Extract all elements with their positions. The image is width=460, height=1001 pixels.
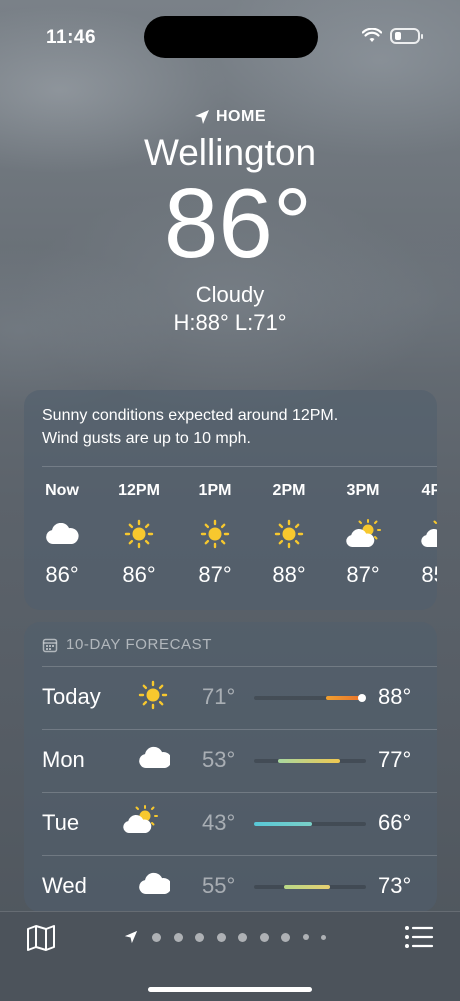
current-weather: HOME Wellington 86° Cloudy H:88° L:71° — [0, 108, 460, 336]
hour-temp: 88° — [272, 562, 306, 587]
page-dot — [238, 932, 247, 942]
location-label: HOME — [216, 108, 266, 125]
high-temp: 88° — [378, 684, 412, 709]
forecast-summary: Sunny conditions expected around 12PM. W… — [42, 404, 422, 450]
sun-icon — [101, 516, 177, 552]
list-icon — [405, 926, 434, 948]
ten-day-header: 10-DAY FORECAST — [42, 636, 212, 653]
low-temp: 53° — [202, 747, 236, 772]
home-indicator[interactable] — [148, 987, 312, 992]
temp-range-fill — [278, 759, 340, 763]
hour-label: 12PM — [118, 482, 160, 499]
day-name: Mon — [42, 747, 85, 772]
hour-item: Now 86° — [24, 482, 100, 588]
summary-line: Wind gusts are up to 10 mph. — [42, 430, 251, 447]
partly-sunny-icon — [400, 516, 437, 552]
high-temp: 73° — [378, 873, 412, 898]
sun-icon — [251, 516, 327, 552]
forecast-day-row[interactable]: Tue 43° 66° — [42, 792, 437, 855]
battery-icon — [390, 28, 423, 44]
forecast-day-row[interactable]: Today 71° 88° — [42, 666, 437, 729]
hour-label: 2PM — [272, 482, 306, 499]
page-dot — [302, 934, 309, 940]
hour-item: 3PM 87° — [325, 482, 401, 588]
condition-text: Cloudy — [195, 282, 265, 307]
day-name: Wed — [42, 873, 87, 898]
partly-sunny-icon — [325, 516, 401, 552]
day-name: Tue — [42, 810, 80, 835]
day-name: Today — [42, 684, 101, 709]
map-button[interactable] — [26, 924, 56, 957]
current-temp-dot — [358, 694, 366, 702]
hour-temp: 85° — [421, 562, 437, 587]
divider — [42, 466, 437, 467]
forecast-day-row[interactable]: Mon 53° 77° — [42, 729, 437, 792]
page-dot — [259, 932, 269, 942]
ten-day-forecast-card[interactable]: 10-DAY FORECAST Today 71° 88° Mon 53° 77… — [24, 622, 437, 912]
forecast-day-row[interactable]: Wed 55° 73° — [42, 855, 437, 912]
high-temp: 77° — [378, 747, 412, 772]
partly-sunny-icon — [122, 805, 158, 840]
map-icon — [27, 925, 55, 951]
cloud-icon — [24, 516, 100, 552]
locations-list-button[interactable] — [404, 924, 434, 955]
summary-line: Sunny conditions expected around 12PM. — [42, 407, 339, 424]
location-label-row: HOME — [0, 108, 460, 126]
temp-range-fill — [284, 885, 330, 889]
hour-item: 2PM 88° — [251, 482, 327, 588]
hour-item: 1PM 87° — [177, 482, 253, 588]
page-dot — [216, 932, 226, 942]
status-bar: 11:46 — [0, 0, 460, 80]
cloud-icon — [138, 743, 172, 778]
page-dot — [321, 934, 326, 940]
hour-item: 12PM 86° — [101, 482, 177, 588]
hour-temp: 87° — [198, 562, 232, 587]
page-dot — [173, 932, 183, 942]
high-low-text: H:88° L:71° — [173, 310, 287, 335]
low-temp: 55° — [202, 873, 236, 898]
temp-range-bar — [254, 759, 366, 763]
location-arrow-icon — [195, 110, 209, 124]
hour-label: 4PM — [421, 482, 437, 499]
ten-day-title: 10-DAY FORECAST — [66, 636, 212, 653]
temp-range-fill — [254, 822, 312, 826]
bottom-toolbar — [0, 911, 460, 1001]
hour-temp: 87° — [346, 562, 380, 587]
calendar-icon — [42, 638, 58, 652]
location-arrow-icon — [124, 930, 138, 944]
hourly-forecast-card[interactable]: Sunny conditions expected around 12PM. W… — [24, 390, 437, 610]
high-temp: 66° — [378, 810, 412, 835]
hour-temp: 86° — [45, 562, 79, 587]
low-temp: 71° — [202, 684, 236, 709]
wifi-icon — [362, 28, 382, 42]
current-temperature: 86° — [163, 168, 313, 278]
page-dot — [195, 932, 204, 942]
temp-range-bar — [254, 885, 366, 889]
hour-label: 3PM — [346, 482, 380, 499]
hour-item: 4PM 85° — [400, 482, 437, 588]
sun-icon — [177, 516, 253, 552]
hour-temp: 86° — [122, 562, 156, 587]
page-dot — [281, 932, 290, 942]
low-temp: 43° — [202, 810, 236, 835]
status-time: 11:46 — [46, 27, 97, 48]
page-indicator[interactable] — [124, 930, 339, 944]
dynamic-island — [144, 16, 318, 58]
hour-label: Now — [45, 482, 79, 499]
temp-range-bar — [254, 694, 366, 702]
hour-label: 1PM — [198, 482, 232, 499]
cloud-icon — [138, 869, 172, 904]
temp-range-bar — [254, 822, 366, 826]
page-dot — [152, 932, 161, 942]
sun-icon — [138, 680, 168, 715]
